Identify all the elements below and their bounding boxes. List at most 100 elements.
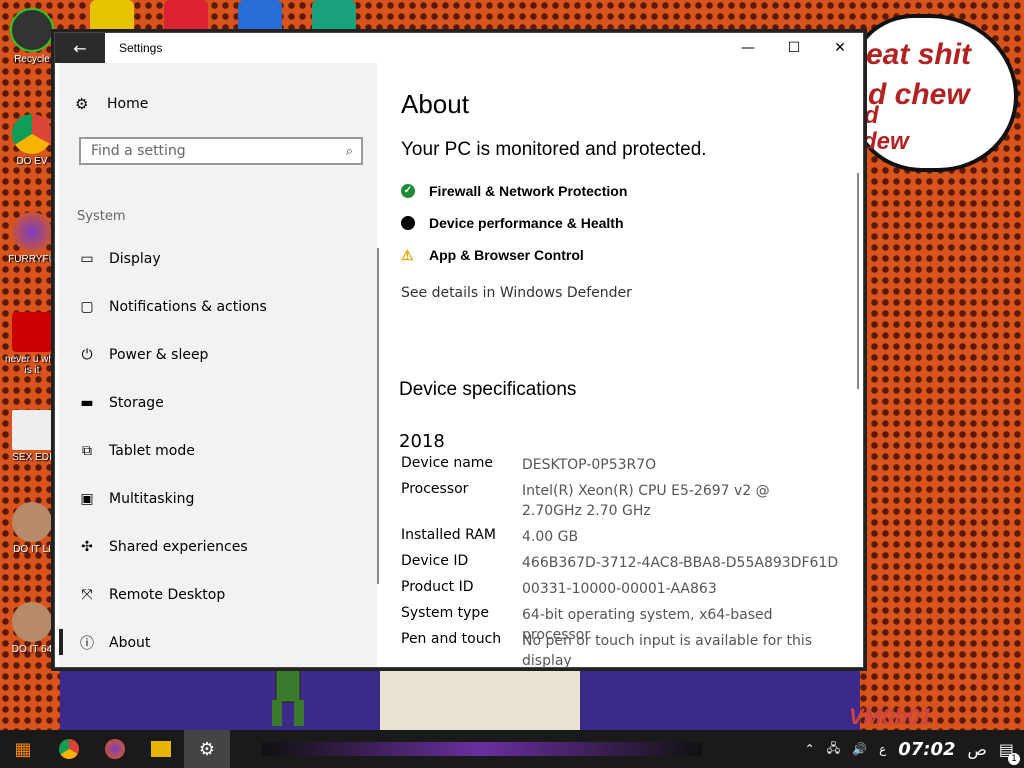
sidebar-item-label: Display xyxy=(109,251,161,267)
desktop-icon-label: DO EV xyxy=(16,156,48,167)
remote-icon: ⤧ xyxy=(81,587,93,603)
spec-value: 4.00 GB xyxy=(522,529,579,545)
minimize-button[interactable]: — xyxy=(725,33,771,63)
portrait-icon xyxy=(12,502,52,542)
sidebar-item-power[interactable]: ⏻ Power & sleep xyxy=(77,343,208,367)
folder-icon xyxy=(151,741,171,757)
search-icon: ⌕ xyxy=(345,143,353,159)
settings-sidebar: ⚙ Home Find a setting ⌕ System ▭ Display… xyxy=(58,63,379,667)
spec-value: Intel(R) Xeon(R) CPU E5-2697 v2 @ 2.70GH… xyxy=(522,483,770,519)
back-button[interactable]: ← xyxy=(55,33,105,63)
protection-heading: Your PC is monitored and protected. xyxy=(401,139,707,160)
status-label: Firewall & Network Protection xyxy=(429,183,628,199)
volume-icon[interactable]: 🔊 xyxy=(852,742,867,756)
clock-ampm: ص xyxy=(967,739,987,759)
taskbar-chrome[interactable] xyxy=(46,730,92,768)
desktop-app-icon[interactable] xyxy=(238,0,282,34)
speech-text: dew xyxy=(862,128,909,155)
maximize-icon: ☐ xyxy=(787,40,801,56)
tablet-icon: ⧉ xyxy=(82,443,92,459)
spec-value: 466B367D-3712-4AC8-BBA8-D55A893DF61D xyxy=(522,555,839,571)
settings-window: ← Settings — ☐ ✕ ⚙ Home Find a setting ⌕… xyxy=(54,32,864,669)
window-title: Settings xyxy=(119,41,163,55)
notification-badge: 1 xyxy=(1008,752,1020,765)
gear-icon: ⚙ xyxy=(75,95,89,113)
chat-icon: ▢ xyxy=(80,299,94,315)
desktop-icon-chrome[interactable]: DO EV xyxy=(4,114,60,167)
language-indicator[interactable]: ع xyxy=(879,742,886,756)
sidebar-item-notifications[interactable]: ▢ Notifications & actions xyxy=(77,295,267,319)
speech-text: d chew xyxy=(868,78,970,111)
network-icon[interactable]: 🖧 xyxy=(827,739,840,760)
start-button[interactable]: ▦ xyxy=(0,730,46,768)
taskbar-firefox[interactable] xyxy=(92,730,138,768)
multitask-icon: ▣ xyxy=(80,491,94,507)
desktop-icon-hex[interactable]: SEX EDI xyxy=(4,410,60,463)
sidebar-item-label: Storage xyxy=(109,395,164,411)
window-controls: — ☐ ✕ xyxy=(725,33,863,63)
sidebar-item-label: Multitasking xyxy=(109,491,195,507)
desktop-icon-devcpp[interactable]: never u why is it xyxy=(4,312,60,376)
desktop-icon-label: DO IT 64 xyxy=(11,644,53,655)
close-icon: ✕ xyxy=(834,40,846,56)
check-icon: ✓ xyxy=(401,184,415,198)
spec-row: Pen and touch No pen or touch input is a… xyxy=(401,631,822,671)
sidebar-item-label: Notifications & actions xyxy=(109,299,267,315)
bullet-icon xyxy=(401,216,415,230)
close-button[interactable]: ✕ xyxy=(817,33,863,63)
home-nav-item[interactable]: ⚙ Home xyxy=(75,95,148,113)
content-scrollbar[interactable] xyxy=(857,173,859,389)
defender-link[interactable]: See details in Windows Defender xyxy=(401,285,632,301)
desktop-app-icon[interactable] xyxy=(164,0,208,34)
speech-bubble: eat shit d chew d dew xyxy=(850,14,1018,172)
about-content: About Your PC is monitored and protected… xyxy=(399,63,863,669)
spec-row: Product ID 00331-10000-00001-AA863 xyxy=(401,579,842,599)
spec-value: 00331-10000-00001-AA863 xyxy=(522,581,717,597)
desktop-icon-doit[interactable]: DO IT LI xyxy=(4,502,60,555)
maximize-button[interactable]: ☐ xyxy=(771,33,817,63)
desktop-icon-recycle[interactable]: Recycle xyxy=(4,8,60,65)
desktop-top-icons xyxy=(90,0,356,36)
sidebar-item-label: Power & sleep xyxy=(109,347,209,363)
desktop-app-icon[interactable] xyxy=(312,0,356,34)
wallpaper-character xyxy=(380,665,580,730)
spec-key: Processor xyxy=(401,481,469,497)
taskbar-file-explorer[interactable] xyxy=(138,730,184,768)
sidebar-item-remote[interactable]: ⤧ Remote Desktop xyxy=(77,583,225,607)
notification-center-button[interactable]: ▤ 1 xyxy=(999,740,1020,765)
chevron-up-icon[interactable]: ⌃ xyxy=(805,742,815,756)
status-label: App & Browser Control xyxy=(429,247,584,263)
sidebar-item-storage[interactable]: ▬ Storage xyxy=(77,391,164,415)
status-device-health: Device performance & Health xyxy=(401,215,624,231)
spec-value: No pen or touch input is available for t… xyxy=(522,633,813,669)
desktop-icon-label: FURRYFU xyxy=(8,254,56,265)
sidebar-item-shared[interactable]: ✣ Shared experiences xyxy=(77,535,248,559)
spec-row: Processor Intel(R) Xeon(R) CPU E5-2697 v… xyxy=(401,481,822,521)
desktop-icon-firefox[interactable]: FURRYFU xyxy=(4,212,60,265)
status-app-browser: ⚠ App & Browser Control xyxy=(401,247,584,263)
speech-text: eat shit xyxy=(866,38,972,71)
title-bar[interactable]: ← Settings — ☐ ✕ xyxy=(55,33,863,63)
spec-row: Device name DESKTOP-0P53R7O xyxy=(401,455,842,475)
sidebar-item-about[interactable]: ⓘ About xyxy=(58,629,150,655)
taskbar-decoration xyxy=(262,742,702,756)
wallpaper-watermark: VM0b01 xyxy=(848,704,932,729)
status-label: Device performance & Health xyxy=(429,215,624,231)
taskbar-settings[interactable]: ⚙ xyxy=(184,730,230,768)
warning-icon: ⚠ xyxy=(401,247,414,263)
sidebar-item-display[interactable]: ▭ Display xyxy=(77,247,161,271)
minimize-icon: — xyxy=(741,40,755,56)
desktop-icon-doit64[interactable]: DO IT 64 xyxy=(4,602,60,655)
power-icon: ⏻ xyxy=(81,347,93,363)
status-firewall: ✓ Firewall & Network Protection xyxy=(401,183,627,199)
sidebar-item-multitasking[interactable]: ▣ Multitasking xyxy=(77,487,194,511)
desktop-icon-label: SEX EDI xyxy=(12,452,52,463)
firefox-icon xyxy=(105,739,125,759)
desktop-app-icon[interactable] xyxy=(90,0,134,34)
search-input[interactable]: Find a setting ⌕ xyxy=(79,137,363,165)
info-icon: ⓘ xyxy=(80,636,94,652)
sidebar-item-tablet[interactable]: ⧉ Tablet mode xyxy=(77,439,195,463)
sidebar-scrollbar[interactable] xyxy=(377,248,379,584)
section-header: System xyxy=(77,209,126,224)
clock-time[interactable]: 07:02 xyxy=(898,739,955,760)
